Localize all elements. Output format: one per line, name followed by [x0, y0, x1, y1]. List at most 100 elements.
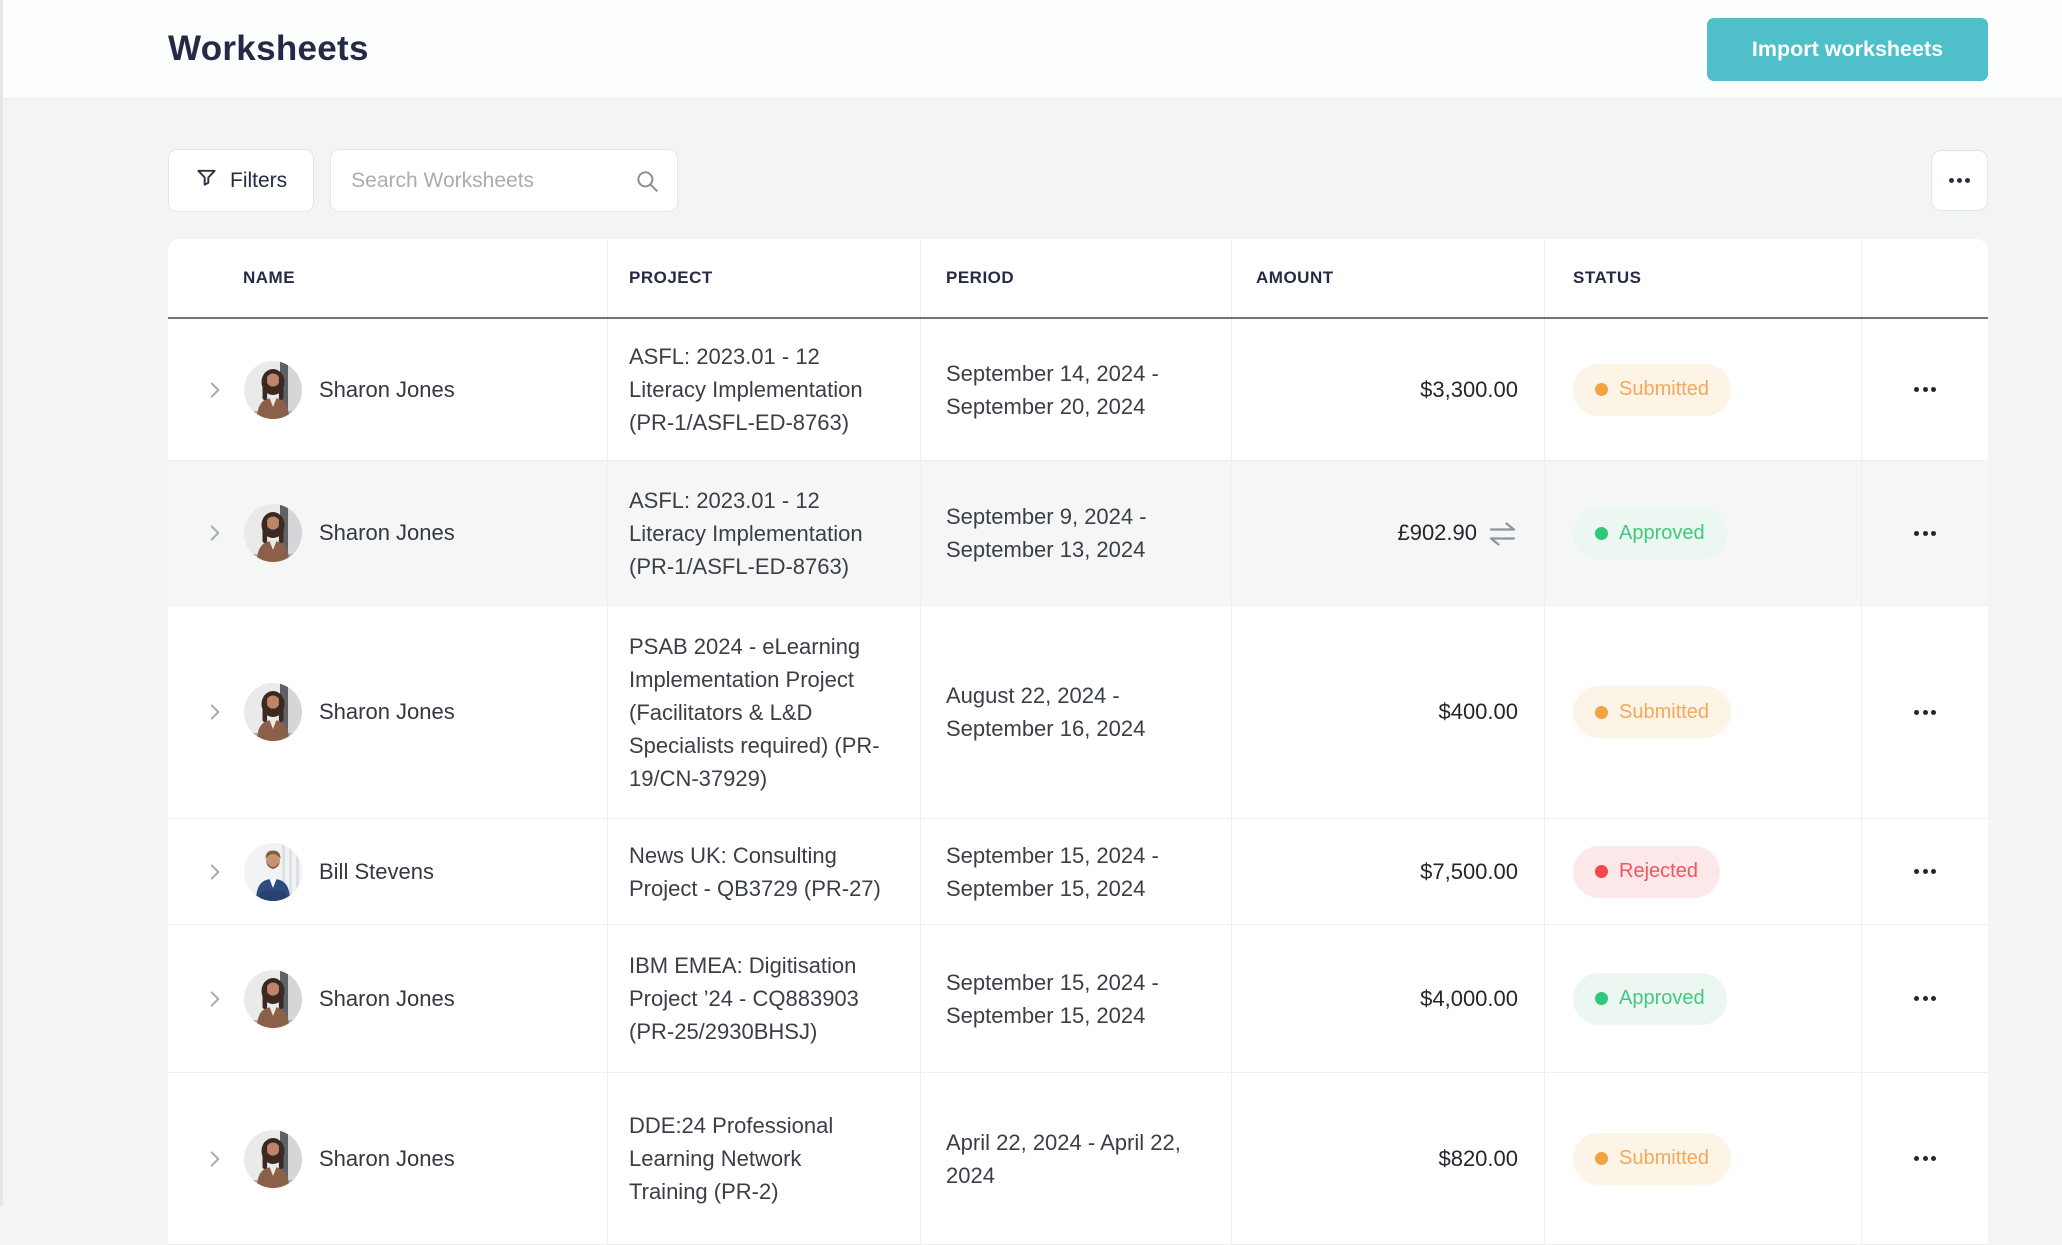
sharon-avatar-image	[244, 683, 302, 741]
expand-row-chevron-icon[interactable]	[204, 988, 226, 1010]
status-badge: Submitted	[1573, 363, 1732, 416]
page-title: Worksheets	[168, 29, 369, 68]
column-header-actions	[1862, 239, 1988, 317]
project-name: ASFL: 2023.01 - 12 Literacy Implementati…	[629, 487, 863, 579]
import-worksheets-button[interactable]: Import worksheets	[1707, 17, 1988, 81]
column-header-period: PERIOD	[921, 239, 1232, 317]
project-name: IBM EMEA: Digitisation Project ’24 - CQ8…	[629, 953, 859, 1044]
status-badge: Submitted	[1573, 1132, 1732, 1185]
filters-button[interactable]: Filters	[168, 149, 315, 212]
project-name: PSAB 2024 - eLearning Implementation Pro…	[629, 633, 880, 791]
actions-cell	[1862, 319, 1988, 460]
period-text: September 15, 2024 - September 15, 2024	[946, 969, 1159, 1028]
status-dot-icon	[1595, 383, 1608, 396]
row-actions-button[interactable]	[1904, 1146, 1946, 1171]
filters-button-label: Filters	[230, 168, 288, 192]
status-dot-icon	[1595, 705, 1608, 719]
worker-name: Sharon Jones	[319, 520, 455, 545]
status-badge: Submitted	[1573, 686, 1732, 738]
worksheets-table: NAME PROJECT PERIOD AMOUNT STATUS Sharon…	[168, 239, 1988, 1245]
amount-value: £902.90	[1397, 520, 1477, 545]
row-actions-button[interactable]	[1904, 521, 1946, 546]
column-header-name: NAME	[168, 239, 608, 317]
row-actions-button[interactable]	[1904, 377, 1946, 402]
amount-value: $3,300.00	[1420, 376, 1518, 402]
status-label: Submitted	[1619, 700, 1710, 723]
status-cell: Submitted	[1545, 1073, 1862, 1244]
worker-name: Sharon Jones	[319, 376, 455, 402]
status-badge: Approved	[1573, 972, 1727, 1025]
amount-value: $7,500.00	[1420, 858, 1518, 884]
table-row[interactable]: Sharon Jones PSAB 2024 - eLearning Imple…	[168, 606, 1988, 819]
table-row[interactable]: Sharon Jones DDE:24 Professional Learnin…	[168, 1073, 1988, 1245]
sharon-avatar-image	[244, 969, 302, 1028]
period-text: September 9, 2024 - September 13, 2024	[946, 504, 1147, 562]
actions-cell	[1862, 1073, 1988, 1244]
name-cell: Sharon Jones	[168, 1073, 608, 1244]
period-cell: September 9, 2024 - September 13, 2024	[921, 461, 1232, 605]
status-label: Rejected	[1619, 860, 1698, 882]
expand-row-chevron-icon[interactable]	[204, 701, 226, 723]
project-name: DDE:24 Professional Learning Network Tra…	[629, 1113, 834, 1204]
worker-name: Sharon Jones	[319, 699, 455, 724]
status-cell: Submitted	[1545, 319, 1862, 460]
period-cell: April 22, 2024 - April 22, 2024	[921, 1073, 1232, 1244]
sharon-avatar-image	[244, 360, 302, 419]
table-row[interactable]: Sharon Jones IBM EMEA: Digitisation Proj…	[168, 925, 1988, 1073]
avatar-photo	[244, 1129, 302, 1188]
period-cell: September 15, 2024 - September 15, 2024	[921, 925, 1232, 1072]
amount-cell: $4,000.00	[1232, 925, 1545, 1072]
worker-name: Sharon Jones	[319, 1145, 455, 1171]
project-cell: ASFL: 2023.01 - 12 Literacy Implementati…	[608, 461, 921, 605]
name-cell: Bill Stevens	[168, 819, 608, 924]
expand-row-chevron-icon[interactable]	[204, 379, 226, 401]
name-cell: Sharon Jones	[168, 319, 608, 460]
name-cell: Sharon Jones	[168, 925, 608, 1072]
row-actions-button[interactable]	[1904, 859, 1946, 884]
sharon-avatar-image	[244, 1129, 302, 1188]
sharon-avatar-image	[244, 504, 302, 562]
status-label: Submitted	[1619, 1147, 1710, 1169]
amount-value: $4,000.00	[1420, 985, 1518, 1011]
status-badge: Approved	[1573, 507, 1727, 559]
actions-cell	[1862, 819, 1988, 924]
table-row[interactable]: Sharon Jones ASFL: 2023.01 - 12 Literacy…	[168, 319, 1988, 461]
amount-value: $400.00	[1438, 699, 1518, 724]
row-actions-button[interactable]	[1904, 700, 1946, 725]
status-cell: Approved	[1545, 925, 1862, 1072]
status-dot-icon	[1595, 865, 1608, 878]
search-wrap	[330, 149, 679, 212]
period-cell: September 15, 2024 - September 15, 2024	[921, 819, 1232, 924]
expand-row-chevron-icon[interactable]	[204, 861, 226, 883]
search-input[interactable]	[330, 149, 679, 212]
ellipsis-icon	[1949, 178, 1954, 183]
project-name: ASFL: 2023.01 - 12 Literacy Implementati…	[629, 344, 863, 435]
status-cell: Submitted	[1545, 606, 1862, 818]
period-text: September 15, 2024 - September 15, 2024	[946, 842, 1159, 901]
period-text: August 22, 2024 - September 16, 2024	[946, 683, 1146, 741]
table-options-button[interactable]	[1931, 150, 1988, 211]
expand-row-chevron-icon[interactable]	[204, 522, 226, 544]
project-cell: DDE:24 Professional Learning Network Tra…	[608, 1073, 921, 1244]
avatar-photo	[244, 842, 302, 901]
status-dot-icon	[1595, 526, 1608, 540]
table-row[interactable]: Sharon Jones ASFL: 2023.01 - 12 Literacy…	[168, 461, 1988, 606]
project-cell: IBM EMEA: Digitisation Project ’24 - CQ8…	[608, 925, 921, 1072]
status-badge: Rejected	[1573, 845, 1720, 898]
column-header-status: STATUS	[1545, 239, 1862, 317]
status-label: Approved	[1619, 521, 1705, 544]
expand-row-chevron-icon[interactable]	[204, 1148, 226, 1170]
status-cell: Approved	[1545, 461, 1862, 605]
status-dot-icon	[1595, 1152, 1608, 1165]
period-cell: August 22, 2024 - September 16, 2024	[921, 606, 1232, 818]
amount-cell: $7,500.00	[1232, 819, 1545, 924]
table-row[interactable]: Bill Stevens News UK: Consulting Project…	[168, 819, 1988, 925]
project-cell: ASFL: 2023.01 - 12 Literacy Implementati…	[608, 319, 921, 460]
worker-name: Sharon Jones	[319, 985, 455, 1011]
avatar-photo	[244, 504, 302, 562]
worker-name: Bill Stevens	[319, 858, 434, 884]
row-actions-button[interactable]	[1904, 986, 1946, 1011]
period-text: September 14, 2024 - September 20, 2024	[946, 360, 1159, 419]
name-cell: Sharon Jones	[168, 461, 608, 605]
amount-cell: £902.90	[1232, 461, 1545, 605]
